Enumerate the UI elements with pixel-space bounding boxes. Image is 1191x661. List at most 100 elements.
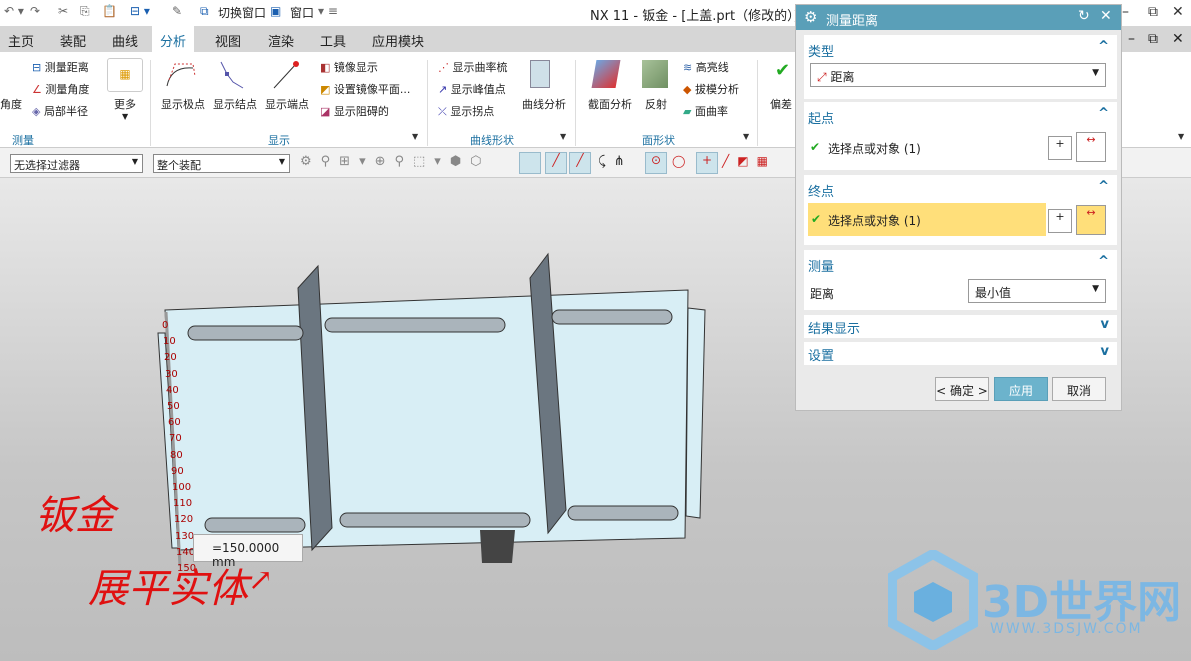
show-knots-button[interactable]: 显示结点 bbox=[213, 96, 257, 112]
apply-button[interactable]: 应用 bbox=[994, 377, 1048, 401]
type-dropdown[interactable]: ⤢ 距离 ▼ bbox=[810, 63, 1106, 87]
paste-icon[interactable]: 📋 bbox=[102, 4, 117, 18]
measure-distance-dialog: ⚙ 测量距离 ↻ ✕ 类型 ^ ⤢ 距离 ▼ 起点 ^ ✔ 选择点或对象 (1) … bbox=[795, 4, 1122, 411]
collapse-type-icon[interactable]: ^ bbox=[1098, 39, 1109, 54]
intersection-snap-icon[interactable]: + bbox=[696, 152, 718, 174]
ribbon-overflow-icon[interactable]: ▼ bbox=[1178, 132, 1184, 141]
results-section[interactable]: 结果显示 v bbox=[804, 315, 1117, 338]
dialog-close-icon[interactable]: ✕ bbox=[1100, 8, 1112, 24]
show-endpoints-button[interactable]: 显示端点 bbox=[265, 96, 309, 112]
end-point-section: 终点 ^ ✔ 选择点或对象 (1) + ↔ bbox=[804, 175, 1117, 245]
tab-assembly[interactable]: 装配 bbox=[60, 31, 86, 50]
measure-angle-button[interactable]: ∠ 测量角度 bbox=[32, 81, 89, 97]
show-poles-button[interactable]: 显示极点 bbox=[161, 96, 205, 112]
minimize-icon[interactable]: – bbox=[1122, 4, 1129, 20]
doc-close-icon[interactable]: ✕ bbox=[1172, 31, 1184, 47]
tab-render[interactable]: 渲染 bbox=[268, 31, 294, 50]
handwritten-annotation-sheet-metal: 钣金 bbox=[35, 493, 115, 539]
selection-tool-icons[interactable]: ⚙⚲⊞▾⊕⚲⬚▾⬢⬡ bbox=[300, 154, 491, 169]
curve-shape-dropdown-icon[interactable]: ▼ bbox=[560, 132, 566, 141]
more-button[interactable]: 更多 bbox=[114, 96, 136, 112]
reflection-button[interactable]: 反射 bbox=[645, 96, 667, 112]
measure-section: 测量 ^ 距离 最小值 ▼ bbox=[804, 250, 1117, 310]
show-endpoints-icon bbox=[273, 61, 299, 89]
curve-analysis-icon bbox=[530, 60, 550, 88]
center-snap-icon[interactable]: ⊙ bbox=[645, 152, 667, 174]
peak-points-button[interactable]: ↗ 显示峰值点 bbox=[438, 81, 506, 97]
inflection-button[interactable]: ⤫ 显示拐点 bbox=[438, 103, 494, 119]
window-menu[interactable]: 窗口 bbox=[290, 4, 314, 21]
selection-scope-dropdown[interactable]: 整个装配 bbox=[153, 154, 290, 173]
inferred-point-button[interactable]: ↔ bbox=[1076, 205, 1106, 235]
more-icon[interactable]: ▦ bbox=[107, 58, 143, 92]
results-header: 结果显示 bbox=[808, 322, 861, 337]
mirror-display-button[interactable]: ◧ 镜像显示 bbox=[320, 59, 378, 75]
ok-button[interactable]: < 确定 > bbox=[935, 377, 989, 401]
doc-minimize-icon[interactable]: – bbox=[1128, 31, 1135, 47]
collapse-start-icon[interactable]: ^ bbox=[1098, 106, 1109, 121]
handwritten-annotation-flatten: 展平实体 bbox=[88, 566, 248, 612]
window-title: NX 11 - 钣金 - [上盖.prt（修改的）] bbox=[590, 9, 799, 24]
cancel-button[interactable]: 取消 bbox=[1052, 377, 1106, 401]
section-analysis-icon bbox=[591, 60, 621, 88]
expand-results-icon[interactable]: v bbox=[1101, 317, 1109, 332]
tab-home[interactable]: 主页 bbox=[8, 31, 34, 50]
angle-button[interactable]: 角度 bbox=[0, 96, 22, 112]
curve-analysis-button[interactable]: 曲线分析 bbox=[522, 96, 566, 112]
highlight-lines-button[interactable]: ≋ 高亮线 bbox=[683, 59, 729, 75]
local-radius-button[interactable]: ◈ 局部半径 bbox=[32, 103, 88, 119]
more-snap-icons[interactable]: ╱◩▦ bbox=[722, 154, 776, 168]
midpoint-snap-icon[interactable]: ╱ bbox=[569, 152, 591, 174]
tab-tools[interactable]: 工具 bbox=[320, 31, 346, 50]
dialog-title-bar[interactable]: ⚙ 测量距离 ↻ ✕ bbox=[796, 5, 1121, 30]
set-mirror-plane-button[interactable]: ◩ 设置镜像平面... bbox=[320, 81, 410, 97]
restore-icon[interactable]: ⧉ bbox=[1148, 4, 1158, 20]
face-curvature-button[interactable]: ▰ 面曲率 bbox=[683, 103, 728, 119]
distance-mode-dropdown[interactable]: 最小值 ▼ bbox=[968, 279, 1106, 303]
section-analysis-button[interactable]: 截面分析 bbox=[588, 96, 632, 112]
tab-application[interactable]: 应用模块 bbox=[372, 31, 424, 50]
settings-section[interactable]: 设置 v bbox=[804, 342, 1117, 365]
redo-icon[interactable]: ↷ bbox=[30, 4, 40, 18]
show-poles-icon bbox=[166, 63, 196, 87]
watermark-logo-icon bbox=[888, 550, 978, 650]
display-group-dropdown-icon[interactable]: ▼ bbox=[412, 132, 418, 141]
quadrant-snap-icon[interactable]: ◯ bbox=[672, 154, 685, 168]
face-shape-dropdown-icon[interactable]: ▼ bbox=[743, 132, 749, 141]
deviation-button[interactable]: 偏差 bbox=[770, 96, 792, 112]
more-dropdown-icon[interactable]: ▼ bbox=[122, 112, 128, 121]
endpoint-snap-icon[interactable]: ╱ bbox=[545, 152, 567, 174]
tab-analysis[interactable]: 分析 bbox=[152, 26, 195, 52]
end-select-row[interactable]: ✔ 选择点或对象 (1) bbox=[808, 203, 1046, 236]
undo-icon[interactable]: ↶ ▾ bbox=[4, 4, 24, 18]
tab-view[interactable]: 视图 bbox=[215, 31, 241, 50]
doc-restore-icon[interactable]: ⧉ bbox=[1148, 31, 1158, 47]
inferred-point-button[interactable]: ↔ bbox=[1076, 132, 1106, 162]
cut-icon[interactable]: ✂ bbox=[58, 4, 68, 18]
collapse-end-icon[interactable]: ^ bbox=[1098, 179, 1109, 194]
snap-toggle-icon[interactable] bbox=[519, 152, 541, 174]
measure-icon[interactable]: ⊟ ▾ bbox=[130, 4, 150, 18]
curvature-comb-button[interactable]: ⋰ 显示曲率梳 bbox=[438, 59, 508, 75]
brush-icon[interactable]: ✎ bbox=[172, 4, 182, 18]
show-knots-icon bbox=[220, 61, 244, 89]
point-dialog-button[interactable]: + bbox=[1048, 209, 1072, 233]
gear-icon[interactable]: ⚙ bbox=[804, 8, 817, 26]
switch-window-button[interactable]: 切换窗口 bbox=[218, 4, 266, 21]
draft-analysis-button[interactable]: ◆ 拔模分析 bbox=[683, 81, 739, 97]
customize-icon[interactable]: ▾ ≡ bbox=[318, 4, 338, 18]
show-blocked-button[interactable]: ◪ 显示阻碍的 bbox=[320, 103, 389, 119]
expand-settings-icon[interactable]: v bbox=[1101, 344, 1109, 359]
copy-icon[interactable]: ⎘ bbox=[80, 4, 90, 19]
start-select-label[interactable]: 选择点或对象 (1) bbox=[828, 140, 921, 157]
tab-curve[interactable]: 曲线 bbox=[112, 31, 138, 50]
switch-window-icon[interactable]: ⧉ bbox=[200, 4, 209, 19]
point-dialog-button[interactable]: + bbox=[1048, 136, 1072, 160]
window-icon[interactable]: ▣ bbox=[270, 4, 281, 18]
selection-filter-dropdown[interactable]: 无选择过滤器 bbox=[10, 154, 143, 173]
reset-icon[interactable]: ↻ bbox=[1078, 8, 1090, 24]
close-icon[interactable]: ✕ bbox=[1172, 4, 1184, 20]
measure-distance-button[interactable]: ⊟ 测量距离 bbox=[32, 59, 89, 75]
snap-point-icons[interactable]: ⤹⋔ bbox=[598, 154, 633, 169]
collapse-measure-icon[interactable]: ^ bbox=[1098, 254, 1109, 269]
